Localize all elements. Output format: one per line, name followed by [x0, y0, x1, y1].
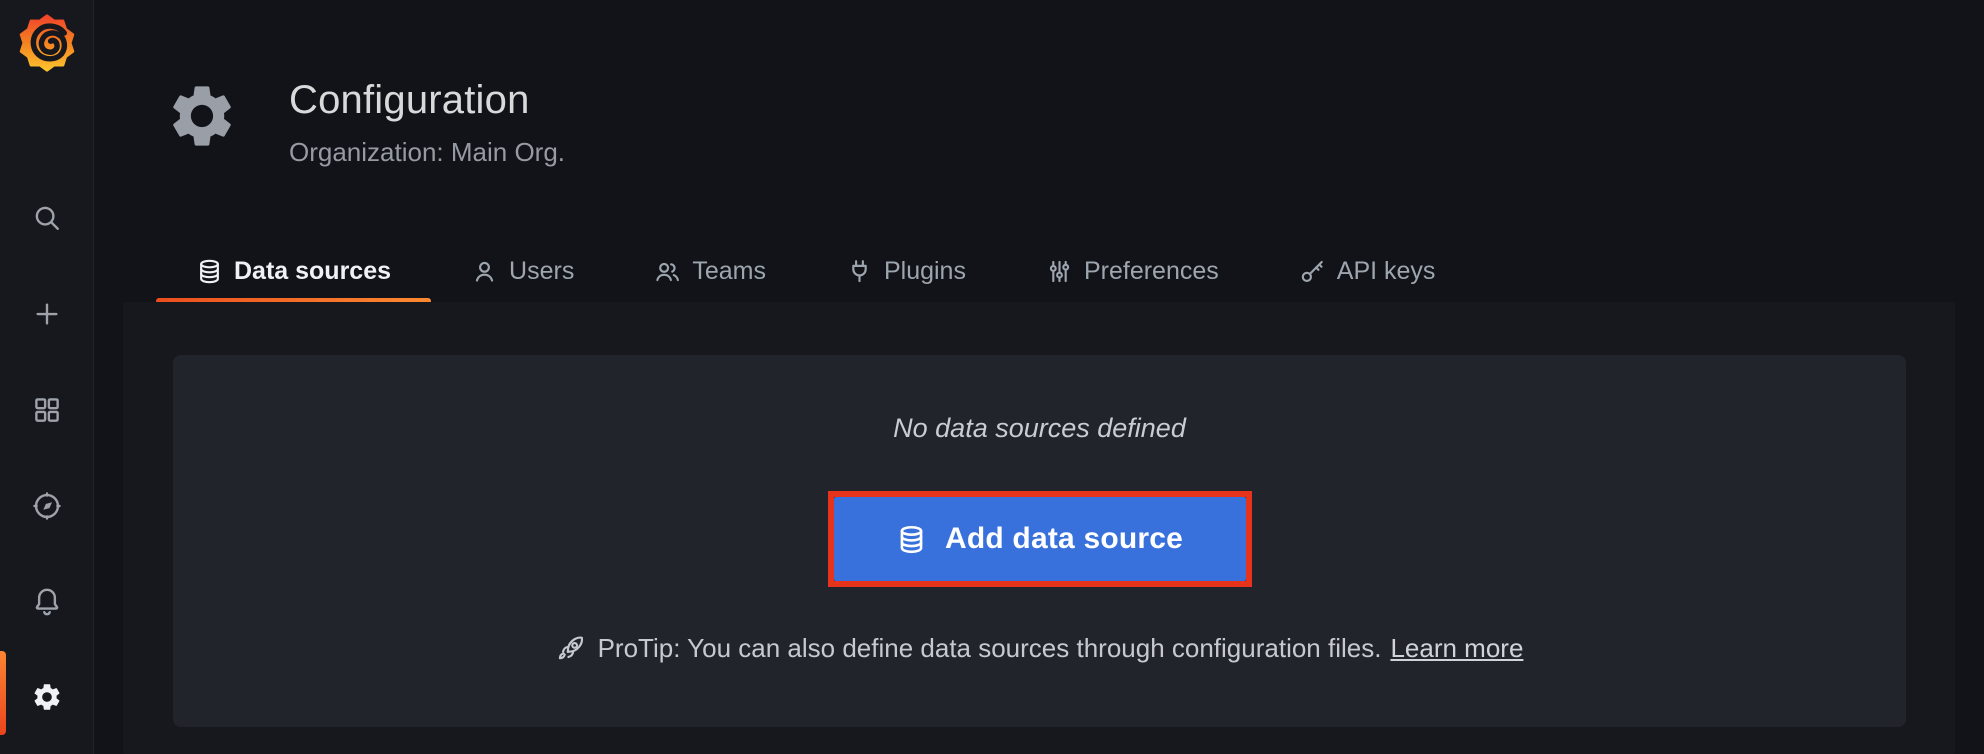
header-text: Configuration Organization: Main Org. [289, 76, 565, 167]
key-icon [1299, 258, 1326, 285]
tab-bar: Data sources Users Teams [156, 240, 1475, 302]
plug-icon [846, 258, 873, 285]
protip-row: ProTip: You can also define data sources… [556, 633, 1524, 664]
tab-label: Teams [692, 257, 766, 286]
sidebar-item-search[interactable] [0, 170, 93, 266]
plus-icon [32, 299, 62, 329]
learn-more-link[interactable]: Learn more [1390, 633, 1523, 664]
grafana-logo[interactable] [0, 10, 93, 76]
sidebar-item-configuration[interactable] [0, 649, 93, 745]
sidebar-item-dashboards[interactable] [0, 362, 93, 458]
protip-text: ProTip: You can also define data sources… [598, 633, 1382, 664]
tab-data-sources[interactable]: Data sources [156, 240, 431, 302]
dashboards-icon [32, 395, 62, 425]
data-sources-empty-panel: No data sources defined Add data source [173, 355, 1906, 727]
explore-compass-icon [31, 490, 63, 522]
empty-state-message: No data sources defined [893, 410, 1186, 446]
annotation-highlight-box: Add data source [828, 491, 1252, 587]
tab-api-keys[interactable]: API keys [1259, 240, 1476, 302]
grafana-logo-icon [16, 13, 78, 73]
sidebar-item-explore[interactable] [0, 458, 93, 554]
sidebar-item-alerting[interactable] [0, 553, 93, 649]
tab-preferences[interactable]: Preferences [1006, 240, 1259, 302]
configuration-gear-icon [165, 79, 239, 153]
tab-label: Users [509, 257, 574, 286]
database-icon [896, 524, 927, 555]
rocket-icon [556, 634, 586, 664]
sidebar-top-nav [0, 170, 93, 554]
sidebar-bottom-nav [0, 553, 93, 745]
tab-content-area: No data sources defined Add data source [123, 302, 1955, 754]
tab-teams[interactable]: Teams [614, 240, 806, 302]
search-icon [32, 203, 62, 233]
users-icon [654, 258, 681, 285]
grafana-configuration-page: Configuration Organization: Main Org. Da… [0, 0, 1984, 754]
sidebar-item-create[interactable] [0, 266, 93, 362]
add-data-source-label: Add data source [945, 522, 1183, 556]
tab-label: API keys [1337, 257, 1436, 286]
tab-label: Plugins [884, 257, 966, 286]
tab-plugins[interactable]: Plugins [806, 240, 1006, 302]
page-header: Configuration Organization: Main Org. [165, 76, 565, 167]
tab-label: Preferences [1084, 257, 1219, 286]
tab-label: Data sources [234, 257, 391, 286]
sidebar [0, 0, 94, 754]
bell-icon [31, 585, 63, 617]
user-icon [471, 258, 498, 285]
database-icon [196, 258, 223, 285]
page-subtitle: Organization: Main Org. [289, 137, 565, 167]
sliders-icon [1046, 258, 1073, 285]
gear-icon [31, 681, 63, 713]
add-data-source-button[interactable]: Add data source [834, 497, 1246, 581]
tab-users[interactable]: Users [431, 240, 614, 302]
page-title: Configuration [289, 76, 565, 124]
main-area: Configuration Organization: Main Org. Da… [93, 0, 1984, 754]
